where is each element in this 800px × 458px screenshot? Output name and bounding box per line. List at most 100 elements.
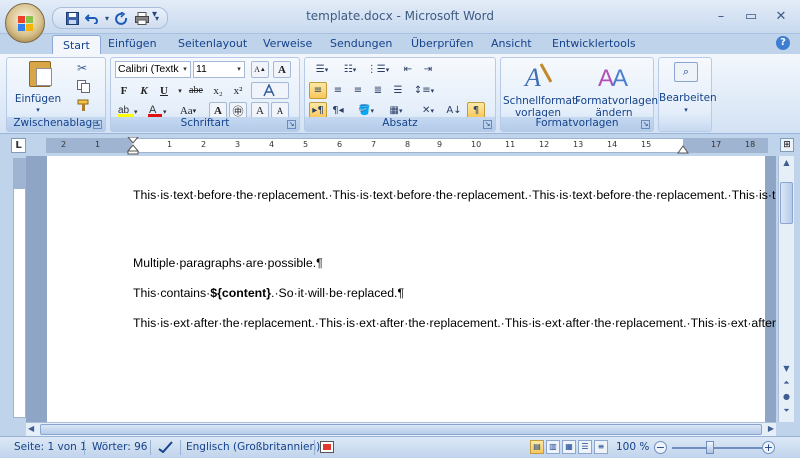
scroll-thumb[interactable]: [780, 182, 793, 224]
web-layout-icon[interactable]: ▦: [562, 440, 576, 454]
outline-view-icon[interactable]: ☰: [578, 440, 592, 454]
paragraph-placeholder[interactable]: This·contains·${content}.·So·it·will·be·…: [133, 284, 693, 303]
editing-group: ⌕ Bearbeiten ▾: [658, 57, 717, 132]
paste-dropdown-icon[interactable]: ▾: [7, 104, 69, 116]
ruler-number: 18: [745, 140, 756, 149]
tab-verweise[interactable]: Verweise: [263, 34, 312, 54]
horizontal-scrollbar[interactable]: ◀ ▶: [26, 422, 776, 436]
scroll-right-icon[interactable]: ▶: [768, 424, 774, 433]
macro-recording-icon[interactable]: [320, 441, 334, 456]
indent-marker-icon[interactable]: [127, 137, 139, 155]
justify-icon[interactable]: ≣: [369, 82, 387, 99]
full-screen-reading-icon[interactable]: ▥: [546, 440, 560, 454]
bold-button[interactable]: F: [115, 82, 133, 99]
clipboard-group: Einfügen ▾ ✂ Zwischenablage ↘: [6, 57, 106, 132]
ruler-number: 10: [471, 140, 482, 149]
tab-sendungen[interactable]: Sendungen: [330, 34, 392, 54]
change-styles-label: Formatvorlagen ändern: [575, 95, 659, 119]
ribbon: Einfügen ▾ ✂ Zwischenablage ↘ Calibri (T…: [0, 54, 800, 134]
svg-text:▾: ▾: [134, 108, 138, 116]
copy-icon[interactable]: [77, 80, 90, 96]
paragraph-group: ☰ ▾ ☷ ▾ ⋮☰ ▾ ⇤ ⇥ ≡ ≡ ≡ ≣ ☰ ↕≡ ▾ ▸¶ ¶◂ 🪣 ▾ ▦ ▾ …: [304, 57, 496, 132]
maximize-button[interactable]: ▭: [736, 6, 766, 26]
numbering-icon[interactable]: ☷ ▾: [337, 61, 363, 78]
tab-ansicht[interactable]: Ansicht: [491, 34, 532, 54]
paragraph-before[interactable]: This·is·text·before·the·replacement.·Thi…: [133, 186, 776, 205]
word-count-status[interactable]: Wörter: 96: [92, 441, 147, 453]
print-layout-view-icon[interactable]: ▤: [530, 440, 544, 454]
office-button[interactable]: [5, 3, 45, 43]
text-effects-icon[interactable]: [251, 82, 289, 99]
scroll-up-icon[interactable]: ▲: [779, 156, 794, 170]
font-launcher-icon[interactable]: ↘: [287, 120, 296, 129]
paragraph-after[interactable]: This·is·ext·after·the·replacement.·This·…: [133, 314, 776, 333]
horizontal-ruler[interactable]: 2 1 1 2 3 4 5 6 7 8 9 10 11 12 13 14 15 …: [46, 137, 768, 155]
multilevel-list-icon[interactable]: ⋮☰ ▾: [365, 61, 391, 78]
draft-view-icon[interactable]: ≡: [594, 440, 608, 454]
align-center-icon[interactable]: ≡: [329, 82, 347, 99]
office-logo-icon: [18, 16, 34, 32]
vertical-ruler[interactable]: [13, 158, 26, 418]
chevron-down-icon[interactable]: ▾: [180, 62, 190, 77]
distributed-icon[interactable]: ☰: [389, 82, 407, 99]
align-left-icon[interactable]: ≡: [309, 82, 327, 99]
strikethrough-button[interactable]: abe: [185, 82, 207, 99]
scroll-down-icon[interactable]: ▼: [779, 362, 794, 376]
font-name-combo[interactable]: Calibri (Textk ▾: [115, 61, 191, 78]
styles-launcher-icon[interactable]: ↘: [641, 120, 650, 129]
chevron-down-icon[interactable]: ▾: [234, 62, 244, 77]
next-page-icon[interactable]: ⏷: [779, 404, 794, 418]
tab-seitenlayout[interactable]: Seitenlayout: [178, 34, 247, 54]
paragraph-multiple[interactable]: Multiple·paragraphs·are·possible.¶: [133, 254, 693, 273]
tab-einfuegen[interactable]: Einfügen: [108, 34, 157, 54]
subscript-button[interactable]: x₂: [209, 82, 227, 99]
zoom-level[interactable]: 100 %: [616, 441, 649, 453]
clipboard-launcher-icon[interactable]: ↘: [93, 120, 102, 129]
zoom-out-icon[interactable]: −: [654, 441, 667, 454]
view-ruler-icon[interactable]: ⊞: [780, 138, 794, 152]
decrease-indent-icon[interactable]: ⇤: [399, 61, 417, 78]
horizontal-scroll-thumb[interactable]: [40, 424, 762, 435]
editing-button[interactable]: ⌕ Bearbeiten ▾: [659, 62, 717, 116]
clear-formatting-icon[interactable]: A: [273, 61, 291, 78]
tab-selector[interactable]: L: [11, 138, 26, 153]
tab-ueberpruefen[interactable]: Überprüfen: [411, 34, 473, 54]
tab-start[interactable]: Start: [52, 35, 101, 55]
ruler-number: 2: [201, 140, 207, 149]
ruler-number: 8: [405, 140, 411, 149]
help-icon[interactable]: ?: [776, 36, 790, 50]
bullets-icon[interactable]: ☰ ▾: [309, 61, 335, 78]
font-size-combo[interactable]: 11 ▾: [193, 61, 245, 78]
quick-styles-button[interactable]: A Schnellformat- vorlagen: [503, 60, 580, 119]
vertical-scrollbar[interactable]: ▲ ▼ ⏶ ● ⏷: [778, 156, 794, 422]
document-page[interactable]: This·is·text·before·the·replacement.·Thi…: [47, 156, 776, 422]
browse-object-icon[interactable]: ●: [779, 390, 794, 404]
page-count-status[interactable]: Seite: 1 von 1: [14, 441, 87, 453]
previous-page-icon[interactable]: ⏶: [779, 376, 794, 390]
zoom-in-icon[interactable]: +: [762, 441, 775, 454]
ruler-number: 1: [167, 140, 173, 149]
change-styles-icon: A A: [598, 65, 628, 92]
placeholder-text-before: This·contains·: [133, 286, 211, 300]
format-painter-icon[interactable]: [77, 99, 91, 115]
paste-button[interactable]: Einfügen ▾: [7, 58, 69, 116]
language-status[interactable]: Englisch (Großbritannien): [186, 441, 320, 453]
right-indent-marker-icon[interactable]: [677, 144, 689, 154]
increase-indent-icon[interactable]: ⇥: [419, 61, 437, 78]
line-spacing-icon[interactable]: ↕≡ ▾: [411, 82, 437, 99]
minimize-button[interactable]: –: [706, 6, 736, 26]
tab-entwicklertools[interactable]: Entwicklertools: [552, 34, 636, 54]
superscript-button[interactable]: x²: [229, 82, 247, 99]
zoom-slider-thumb[interactable]: [706, 441, 714, 454]
paragraph-launcher-icon[interactable]: ↘: [483, 120, 492, 129]
close-button[interactable]: ✕: [766, 6, 796, 26]
scroll-left-icon[interactable]: ◀: [28, 424, 34, 433]
zoom-slider[interactable]: [672, 447, 762, 449]
styles-group-label: Formatvorlagen: [501, 117, 653, 131]
cut-icon[interactable]: ✂: [77, 61, 87, 75]
align-right-icon[interactable]: ≡: [349, 82, 367, 99]
italic-button[interactable]: K: [135, 82, 153, 99]
proofing-icon[interactable]: [158, 441, 174, 456]
grow-font-icon[interactable]: A ▲: [251, 61, 269, 78]
change-styles-button[interactable]: A A Formatvorlagen ändern: [575, 60, 659, 119]
